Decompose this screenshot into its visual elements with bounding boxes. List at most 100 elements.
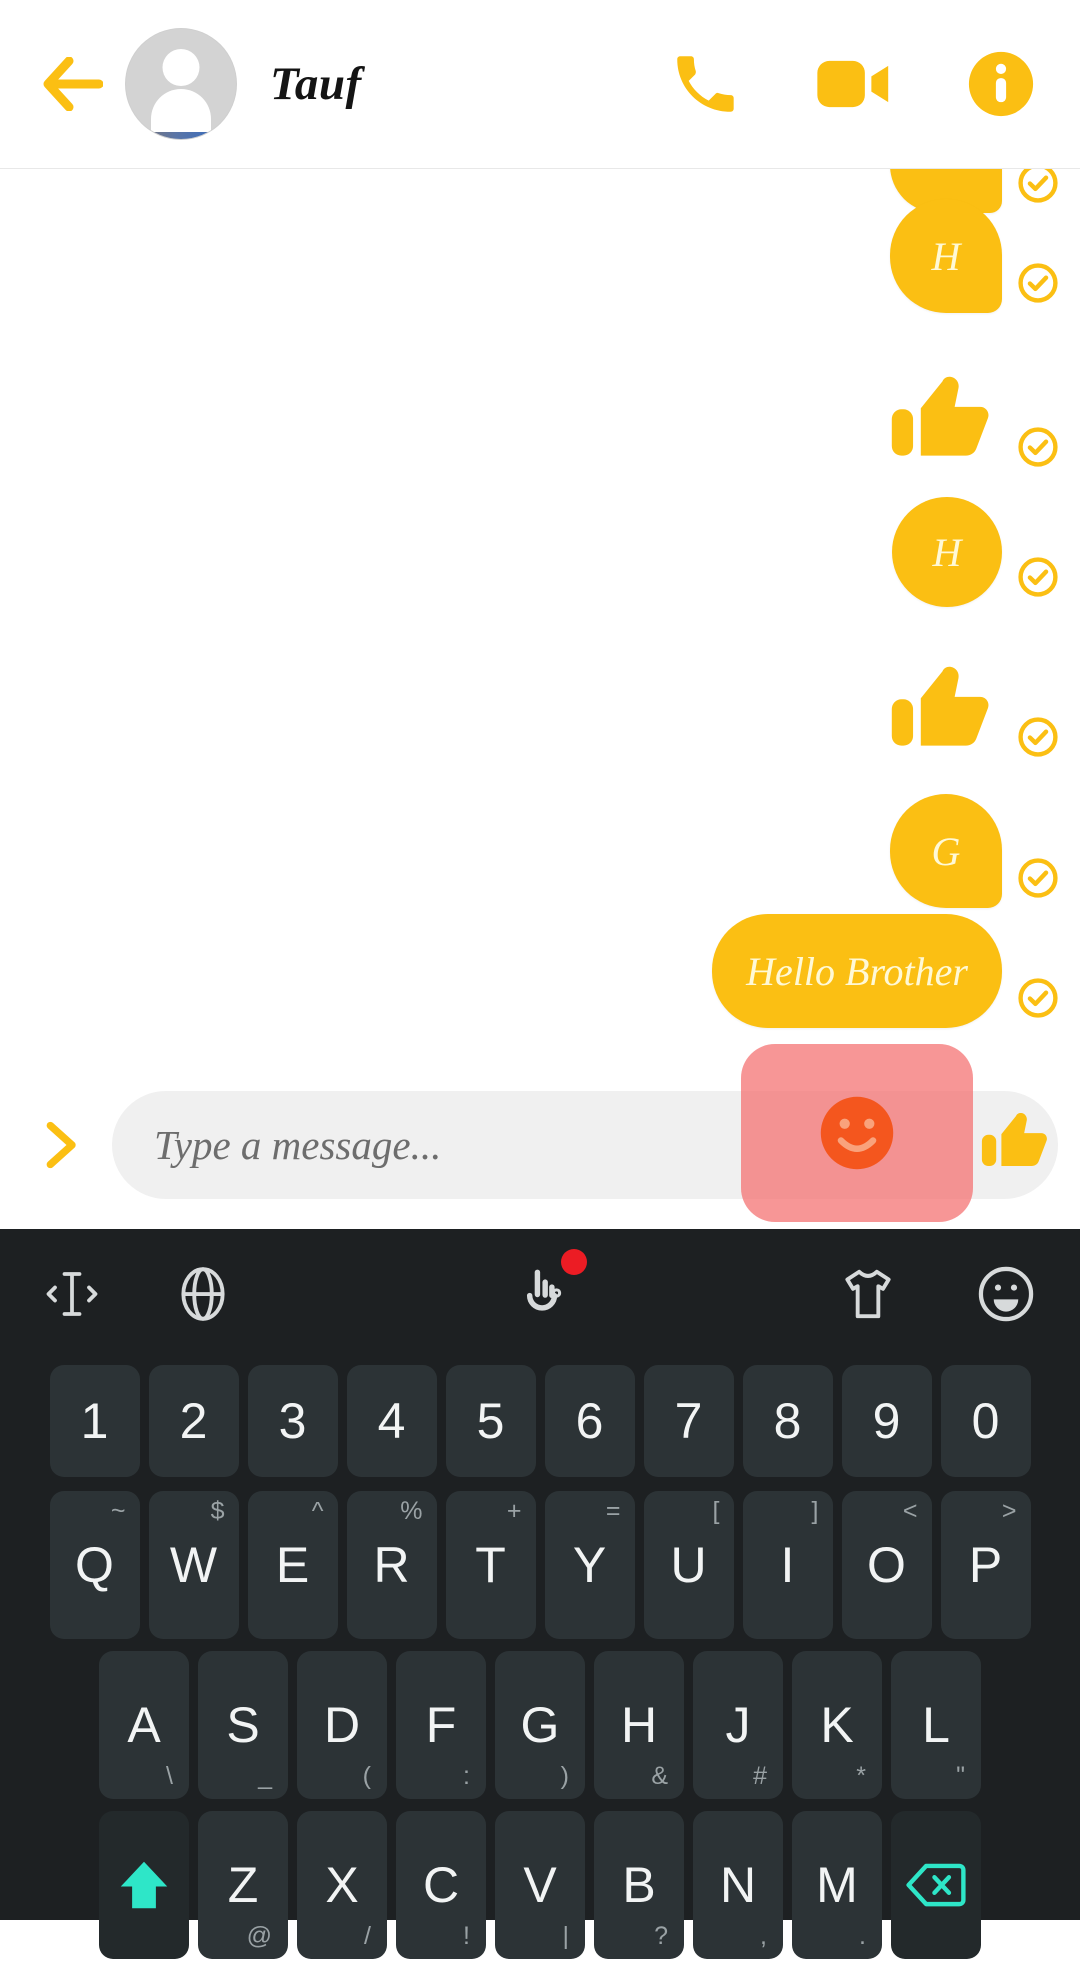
key-label: 8: [773, 1393, 802, 1449]
key-f[interactable]: F:: [396, 1651, 486, 1799]
back-button[interactable]: [26, 38, 118, 130]
key-label: T: [475, 1537, 506, 1593]
key-5[interactable]: 5: [445, 1365, 536, 1477]
key-label: K: [820, 1697, 854, 1753]
message-text: H: [931, 233, 961, 279]
key-4[interactable]: 4: [346, 1365, 437, 1477]
key-z[interactable]: Z @: [198, 1811, 288, 1959]
key-label: Q: [75, 1537, 114, 1593]
key-secondary-label: *: [856, 1762, 866, 1790]
globe-icon: [181, 1267, 225, 1321]
key-label: I: [780, 1537, 795, 1593]
keyboard-row-home: A \ S _ D(F: G) H & J # K * L ": [0, 1647, 1080, 1807]
theme-sticker-button[interactable]: [836, 1263, 900, 1325]
key-v[interactable]: V |: [495, 1811, 585, 1959]
emoji-panel-button[interactable]: [974, 1262, 1038, 1326]
key-secondary-label: ,: [760, 1922, 767, 1950]
gesture-typing-button[interactable]: [509, 1249, 587, 1325]
key-label: 6: [575, 1393, 604, 1449]
key-s[interactable]: S _: [198, 1651, 288, 1799]
key-secondary-label: \: [166, 1762, 173, 1790]
key-l[interactable]: L ": [891, 1651, 981, 1799]
check-circle-icon: [1018, 427, 1058, 467]
message-bubble[interactable]: H: [892, 497, 1002, 607]
check-circle-icon: [1018, 858, 1058, 898]
cursor-control-button[interactable]: [42, 1264, 102, 1324]
key-b[interactable]: B?: [594, 1811, 684, 1959]
key-e[interactable]: E ^: [247, 1491, 338, 1639]
voice-call-button[interactable]: [668, 47, 742, 121]
emoji-button-highlight[interactable]: [741, 1044, 973, 1222]
expand-actions-button[interactable]: [22, 1108, 96, 1182]
key-k[interactable]: K *: [792, 1651, 882, 1799]
key-label: J: [725, 1697, 751, 1753]
like-button[interactable]: [978, 1100, 1056, 1180]
message-text: H: [932, 529, 962, 575]
key-label: R: [373, 1537, 410, 1593]
key-u[interactable]: U[: [643, 1491, 734, 1639]
key-secondary-label: .: [859, 1922, 866, 1950]
notification-badge: [561, 1249, 587, 1275]
key-2[interactable]: 2: [148, 1365, 239, 1477]
key-p[interactable]: P >: [940, 1491, 1031, 1639]
key-secondary-label: +: [506, 1497, 522, 1525]
language-switch-button[interactable]: [172, 1263, 234, 1325]
thumbs-up-sticker[interactable]: [886, 357, 1002, 477]
key-g[interactable]: G): [495, 1651, 585, 1799]
key-secondary-label: %: [400, 1497, 423, 1525]
backspace-key[interactable]: [891, 1811, 981, 1959]
backspace-icon: [906, 1863, 966, 1907]
key-8[interactable]: 8: [742, 1365, 833, 1477]
key-label: Z: [227, 1857, 259, 1913]
message-bubble[interactable]: H: [890, 199, 1002, 313]
key-secondary-label: =: [605, 1497, 621, 1525]
letter-keys-bottom: Z @ X / C! V | B? N, M.: [198, 1811, 882, 1959]
key-label: X: [325, 1857, 359, 1913]
thumbs-up-sticker[interactable]: [886, 647, 1002, 767]
key-secondary-label: <: [902, 1497, 918, 1525]
key-o[interactable]: O <: [841, 1491, 932, 1639]
key-h[interactable]: H &: [594, 1651, 684, 1799]
key-c[interactable]: C!: [396, 1811, 486, 1959]
key-t[interactable]: T +: [445, 1491, 536, 1639]
key-9[interactable]: 9: [841, 1365, 932, 1477]
keyboard-row-bottom: Z @ X / C! V | B? N, M.: [0, 1807, 1080, 1967]
key-d[interactable]: D(: [297, 1651, 387, 1799]
message-input-placeholder: Type a message...: [154, 1121, 442, 1168]
message-row: Hello Brother: [0, 914, 1080, 1028]
key-secondary-label: ]: [811, 1497, 819, 1525]
key-0[interactable]: 0: [940, 1365, 1031, 1477]
key-i[interactable]: I]: [742, 1491, 833, 1639]
key-n[interactable]: N,: [693, 1811, 783, 1959]
key-q[interactable]: Q ~: [49, 1491, 140, 1639]
key-label: 5: [476, 1393, 505, 1449]
key-x[interactable]: X /: [297, 1811, 387, 1959]
key-r[interactable]: R%: [346, 1491, 437, 1639]
keyboard-toolbar-right: [836, 1262, 1038, 1326]
shift-key[interactable]: [99, 1811, 189, 1959]
key-w[interactable]: W $: [148, 1491, 239, 1639]
key-a[interactable]: A \: [99, 1651, 189, 1799]
key-6[interactable]: 6: [544, 1365, 635, 1477]
key-secondary-label: ^: [311, 1497, 324, 1525]
key-label: 7: [674, 1393, 703, 1449]
key-j[interactable]: J #: [693, 1651, 783, 1799]
contact-name[interactable]: Tauf: [270, 57, 362, 111]
key-label: N: [719, 1857, 757, 1913]
key-label: 3: [278, 1393, 307, 1449]
video-call-button[interactable]: [816, 54, 892, 114]
key-7[interactable]: 7: [643, 1365, 734, 1477]
key-label: Y: [572, 1537, 607, 1593]
avatar[interactable]: [126, 29, 236, 139]
key-y[interactable]: Y =: [544, 1491, 635, 1639]
key-3[interactable]: 3: [247, 1365, 338, 1477]
key-m[interactable]: M.: [792, 1811, 882, 1959]
key-secondary-label: ?: [654, 1922, 668, 1950]
key-label: M: [816, 1857, 858, 1913]
key-secondary-label: (: [362, 1762, 371, 1790]
conversation-info-button[interactable]: [966, 49, 1036, 119]
key-1[interactable]: 1: [49, 1365, 140, 1477]
message-bubble[interactable]: G: [890, 794, 1002, 908]
message-bubble[interactable]: Hello Brother: [712, 914, 1002, 1028]
key-label: B: [622, 1857, 656, 1913]
